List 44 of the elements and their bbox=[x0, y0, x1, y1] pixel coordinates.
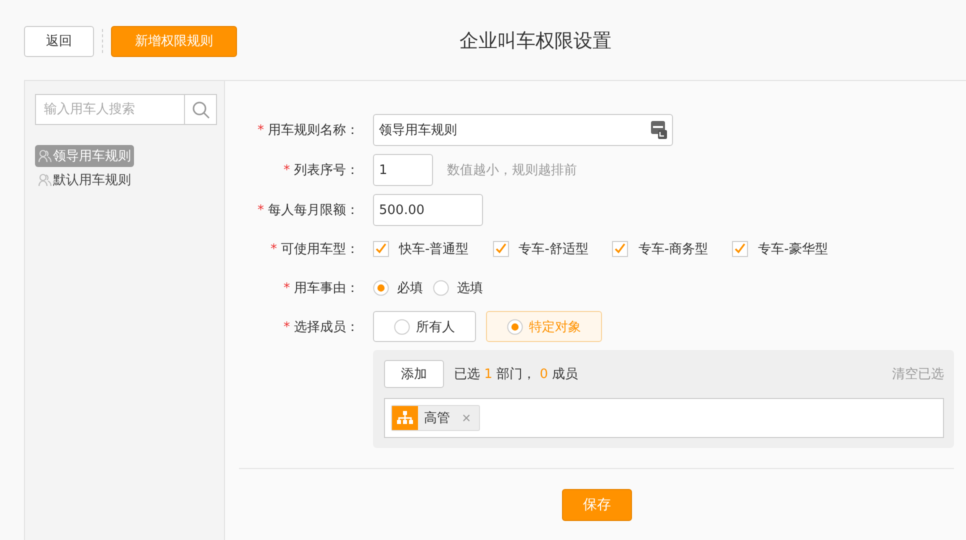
checkbox-label: 专车-舒适型 bbox=[518, 241, 588, 258]
order-hint: 数值越小，规则越排前 bbox=[447, 162, 577, 179]
selection-summary: 已选 1 部门， 0 成员 bbox=[454, 366, 578, 383]
rule-name-field[interactable]: 领导用车规则 bbox=[373, 114, 673, 146]
member-option[interactable]: 所有人 bbox=[373, 311, 476, 342]
checkbox-label: 快车-普通型 bbox=[399, 240, 469, 258]
field-label: 用车事由： bbox=[294, 280, 359, 296]
field-label: 列表序号： bbox=[294, 163, 359, 178]
checkbox[interactable] bbox=[492, 241, 509, 257]
radio-label: 必填 bbox=[397, 280, 423, 296]
search-field[interactable]: 输入用车人搜索 bbox=[35, 94, 185, 125]
field-label: 用车规则名称： bbox=[268, 123, 359, 138]
checkbox-label: 专车-豪华型 bbox=[758, 241, 828, 258]
field-label: 每人每月限额： bbox=[268, 203, 359, 218]
tag-label: 高管 bbox=[423, 410, 451, 427]
search-icon bbox=[192, 100, 210, 118]
rule-list-item[interactable]: 默认用车规则 bbox=[35, 169, 134, 191]
page-title: 企业叫车权限设置 bbox=[460, 30, 612, 52]
checkbox[interactable] bbox=[732, 241, 748, 257]
field-label: 可使用车型： bbox=[281, 242, 359, 257]
radio-label: 选填 bbox=[457, 280, 483, 296]
search-button[interactable] bbox=[185, 94, 217, 125]
people-icon bbox=[38, 173, 52, 187]
keyboard-icon bbox=[651, 121, 667, 139]
radio-icon bbox=[507, 318, 523, 334]
back-button[interactable]: 返回 bbox=[24, 26, 94, 56]
org-chart-icon bbox=[392, 406, 418, 430]
checkbox-label: 专车-商务型 bbox=[638, 241, 708, 258]
radio-button[interactable] bbox=[373, 280, 389, 296]
checkbox[interactable] bbox=[612, 241, 628, 257]
add-member-button[interactable]: 添加 bbox=[384, 360, 444, 388]
radio-button[interactable] bbox=[433, 280, 449, 296]
checkbox[interactable] bbox=[373, 241, 389, 257]
order-field[interactable]: 1 bbox=[373, 154, 433, 186]
required-mark: * bbox=[258, 203, 264, 218]
required-mark: * bbox=[258, 123, 264, 138]
limit-field[interactable]: 500.00 bbox=[373, 194, 483, 226]
people-icon bbox=[38, 149, 52, 163]
field-label: 选择成员： bbox=[294, 320, 359, 334]
required-mark: * bbox=[284, 163, 290, 178]
required-mark: * bbox=[270, 242, 277, 257]
required-mark: * bbox=[284, 280, 290, 296]
required-mark: * bbox=[284, 320, 290, 334]
radio-icon bbox=[394, 318, 410, 334]
